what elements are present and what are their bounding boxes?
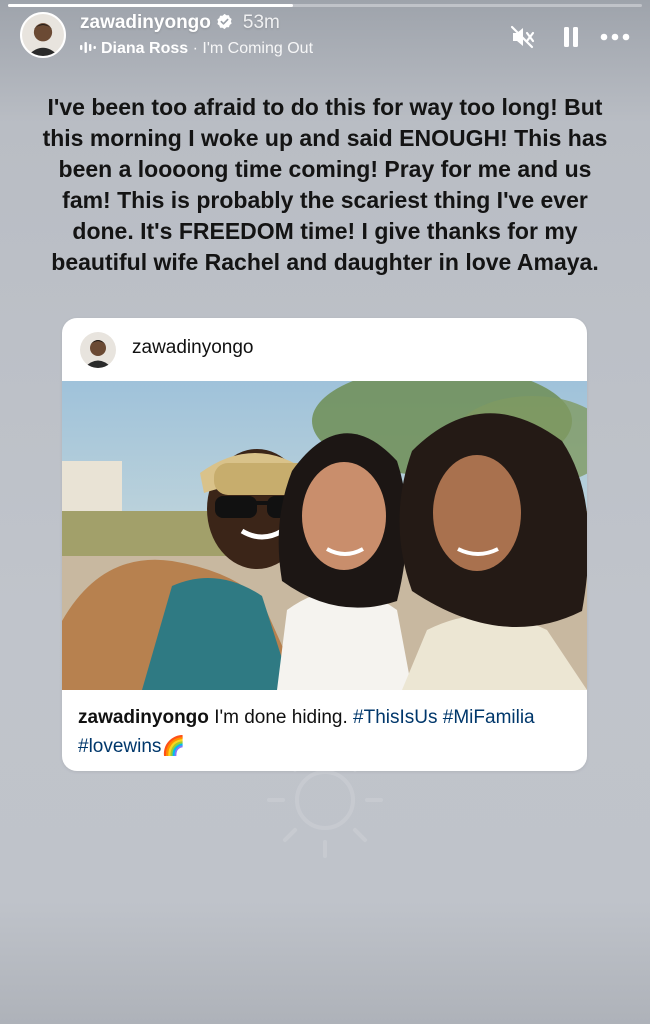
pause-button[interactable] [556,22,586,52]
post-avatar[interactable] [80,332,116,368]
music-artist: Diana Ross [101,40,189,57]
post-photo[interactable] [62,381,587,690]
post-caption-text: I'm done hiding. [214,707,348,728]
story-progress-fill [8,4,294,7]
post-header: zawadinyongo [62,318,587,381]
more-options-button[interactable] [600,22,630,52]
post-caption-username[interactable]: zawadinyongo [78,707,209,728]
audio-bars-icon [80,41,96,59]
speaker-muted-icon [510,25,535,49]
story-progress-bar [8,4,642,7]
avatar[interactable] [20,12,66,58]
hashtag[interactable]: #MiFamilia [443,707,535,728]
shared-post-card[interactable]: zawadinyongo zawadinyongo I'm done hidin… [62,318,587,771]
rainbow-emoji: 🌈 [161,736,186,757]
hashtag[interactable]: #lovewins [78,736,161,757]
more-horizontal-icon [600,33,630,41]
music-song: I'm Coming Out [202,40,314,57]
hashtag[interactable]: #ThisIsUs [353,707,437,728]
username[interactable]: zawadinyongo [80,12,211,33]
story-caption: I've been too afraid to do this for way … [42,94,608,275]
mute-button[interactable] [508,22,538,52]
story-header: zawadinyongo 53m Diana Ross · I'm Coming … [20,12,630,62]
pause-icon [564,27,578,47]
username-row: zawadinyongo 53m [80,12,280,34]
post-username[interactable]: zawadinyongo [132,337,253,359]
music-info[interactable]: Diana Ross · I'm Coming Out [80,40,313,59]
decorative-sun-icon [267,742,383,858]
post-time: 53m [242,12,280,33]
music-separator: · [192,40,198,57]
verified-badge-icon [217,13,232,30]
